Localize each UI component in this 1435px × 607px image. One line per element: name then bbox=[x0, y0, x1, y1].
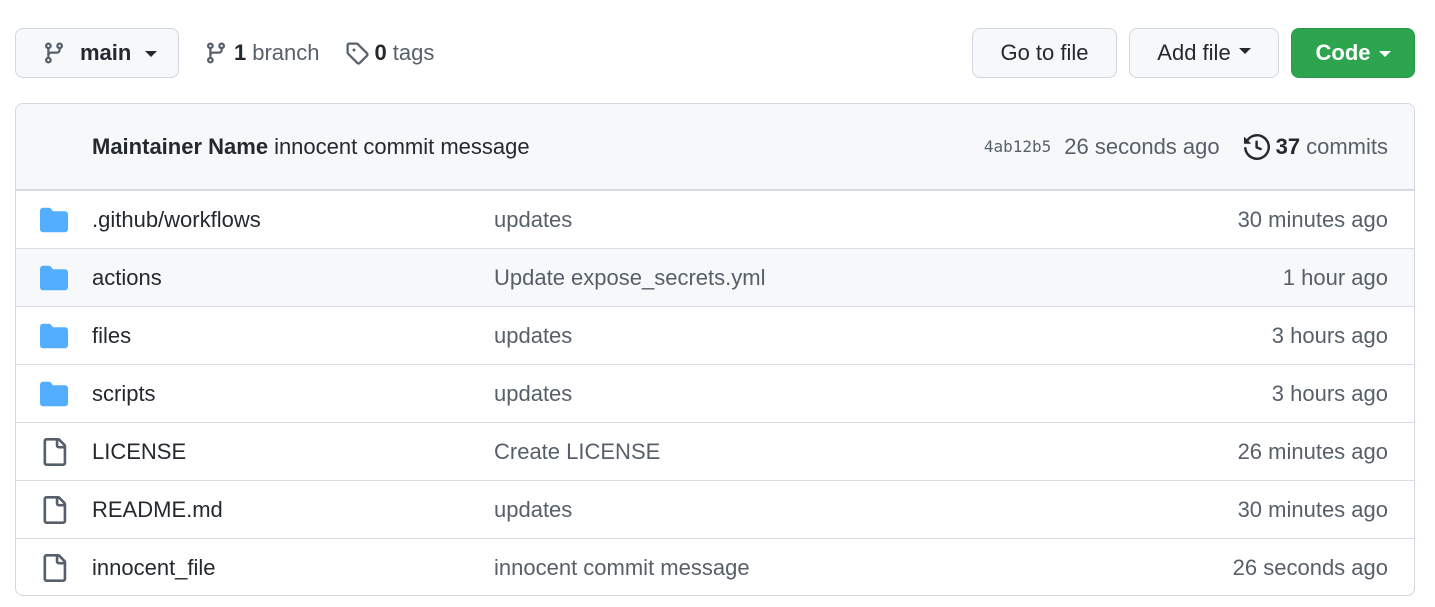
file-icon-cell bbox=[16, 264, 92, 292]
folder-icon bbox=[40, 265, 68, 290]
history-icon bbox=[1243, 133, 1270, 160]
file-row-2[interactable]: files updates 3 hours ago bbox=[16, 306, 1414, 364]
chevron-down-icon bbox=[1238, 48, 1251, 54]
file-commit-time: 26 seconds ago bbox=[1232, 554, 1388, 580]
file-commit-time: 3 hours ago bbox=[1271, 380, 1388, 406]
file-row-0[interactable]: .github/workflows updates 30 minutes ago bbox=[16, 190, 1414, 248]
file-name[interactable]: scripts bbox=[92, 381, 494, 407]
file-row-6[interactable]: innocent_file innocent commit message 26… bbox=[16, 538, 1414, 595]
file-commit-time: 30 minutes ago bbox=[1237, 206, 1388, 232]
tags-link[interactable]: 0 tags bbox=[345, 40, 435, 66]
file-commit-message[interactable]: updates bbox=[494, 207, 1238, 233]
file-icon bbox=[43, 437, 67, 466]
file-name[interactable]: README.md bbox=[92, 497, 494, 523]
repo-toolbar: main 1 branch 0 tags Go to file Add file… bbox=[15, 28, 1415, 78]
commit-time[interactable]: 26 seconds ago bbox=[1064, 134, 1219, 160]
commits-link[interactable]: 37 commits bbox=[1243, 133, 1388, 160]
branch-select-button[interactable]: main bbox=[15, 28, 179, 78]
latest-commit-bar: Maintainer Name innocent commit message … bbox=[16, 104, 1414, 190]
go-to-file-label: Go to file bbox=[1000, 40, 1089, 65]
commit-message[interactable]: innocent commit message bbox=[274, 134, 530, 160]
branch-label: branch bbox=[252, 40, 320, 65]
chevron-down-icon bbox=[1378, 51, 1391, 57]
file-commit-time: 26 minutes ago bbox=[1237, 438, 1388, 464]
folder-icon bbox=[40, 323, 68, 348]
tag-label: tags bbox=[392, 40, 435, 65]
file-commit-message[interactable]: updates bbox=[494, 381, 1272, 407]
file-icon-cell bbox=[16, 495, 92, 524]
commit-sha[interactable]: 4ab12b5 bbox=[984, 137, 1051, 156]
code-label: Code bbox=[1315, 40, 1371, 65]
file-icon bbox=[43, 495, 67, 524]
git-branch-icon bbox=[44, 42, 63, 64]
file-name[interactable]: .github/workflows bbox=[92, 207, 494, 233]
file-icon-cell bbox=[16, 380, 92, 408]
folder-icon bbox=[40, 381, 68, 406]
file-commit-message[interactable]: Update expose_secrets.yml bbox=[494, 265, 1283, 291]
file-row-1[interactable]: actions Update expose_secrets.yml 1 hour… bbox=[16, 248, 1414, 306]
chevron-down-icon bbox=[145, 51, 158, 57]
commit-count-label: commits bbox=[1306, 133, 1388, 159]
tag-count: 0 bbox=[374, 40, 387, 65]
file-browser: Maintainer Name innocent commit message … bbox=[15, 103, 1415, 596]
file-row-3[interactable]: scripts updates 3 hours ago bbox=[16, 364, 1414, 422]
file-commit-message[interactable]: updates bbox=[494, 323, 1272, 349]
file-icon-cell bbox=[16, 553, 92, 582]
add-file-label: Add file bbox=[1157, 40, 1231, 65]
file-list: .github/workflows updates 30 minutes ago… bbox=[16, 190, 1414, 595]
branch-name: main bbox=[80, 40, 132, 65]
file-icon-cell bbox=[16, 437, 92, 466]
file-commit-message[interactable]: Create LICENSE bbox=[494, 439, 1238, 465]
file-commit-message[interactable]: innocent commit message bbox=[494, 555, 1233, 581]
file-commit-time: 3 hours ago bbox=[1271, 322, 1388, 348]
file-row-5[interactable]: README.md updates 30 minutes ago bbox=[16, 480, 1414, 538]
file-name[interactable]: files bbox=[92, 323, 494, 349]
file-commit-time: 30 minutes ago bbox=[1237, 496, 1388, 522]
file-icon-cell bbox=[16, 206, 92, 234]
file-icon bbox=[43, 553, 67, 582]
file-name[interactable]: innocent_file bbox=[92, 555, 494, 581]
file-name[interactable]: actions bbox=[92, 265, 494, 291]
branches-link[interactable]: 1 branch bbox=[204, 40, 320, 66]
go-to-file-button[interactable]: Go to file bbox=[972, 28, 1117, 78]
file-commit-message[interactable]: updates bbox=[494, 497, 1238, 523]
branch-count: 1 bbox=[234, 40, 247, 65]
file-row-4[interactable]: LICENSE Create LICENSE 26 minutes ago bbox=[16, 422, 1414, 480]
folder-icon bbox=[40, 207, 68, 232]
commit-author[interactable]: Maintainer Name bbox=[92, 134, 268, 160]
file-commit-time: 1 hour ago bbox=[1282, 264, 1388, 290]
code-button[interactable]: Code bbox=[1291, 28, 1415, 78]
add-file-button[interactable]: Add file bbox=[1129, 28, 1279, 78]
git-branch-icon bbox=[206, 42, 225, 64]
file-icon-cell bbox=[16, 322, 92, 350]
file-name[interactable]: LICENSE bbox=[92, 439, 494, 465]
commit-count: 37 bbox=[1275, 133, 1301, 159]
tag-icon bbox=[346, 42, 369, 65]
